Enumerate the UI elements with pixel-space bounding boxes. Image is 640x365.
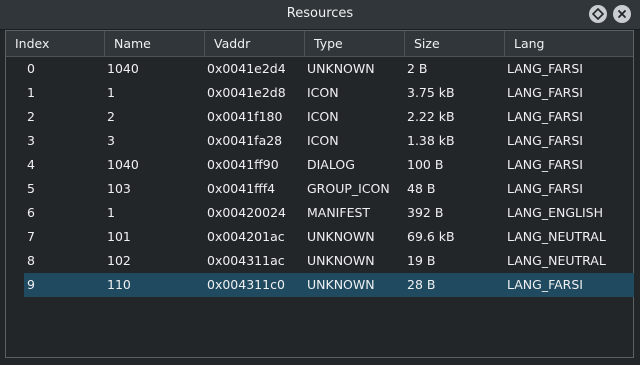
cell-index: 6 xyxy=(27,205,35,220)
cell-name: 1 xyxy=(107,85,115,100)
cell-size: 100 B xyxy=(407,157,444,172)
cell-name: 3 xyxy=(107,133,115,148)
cell-index: 4 xyxy=(27,157,35,172)
cell-vaddr: 0x004311c0 xyxy=(207,277,285,292)
column-header-lang[interactable]: Lang xyxy=(505,31,633,56)
cell-index: 9 xyxy=(27,277,35,292)
cell-vaddr: 0x00420024 xyxy=(207,205,286,220)
cell-index: 2 xyxy=(27,109,35,124)
cell-name: 101 xyxy=(107,229,131,244)
cell-lang: LANG_FARSI xyxy=(507,85,583,100)
close-button[interactable] xyxy=(613,5,631,23)
table-row[interactable]: 5 103 0x0041fff4 GROUP_ICON 48 B LANG_FA… xyxy=(24,177,634,201)
cell-vaddr: 0x0041f180 xyxy=(207,109,283,124)
column-header-index[interactable]: Index xyxy=(6,31,105,56)
cell-name: 102 xyxy=(107,253,131,268)
cell-size: 69.6 kB xyxy=(407,229,455,244)
cell-vaddr: 0x0041e2d4 xyxy=(207,61,286,76)
cell-type: UNKNOWN xyxy=(307,277,375,292)
cell-size: 2 B xyxy=(407,61,428,76)
cell-size: 3.75 kB xyxy=(407,85,455,100)
column-header-type[interactable]: Type xyxy=(305,31,405,56)
cell-lang: LANG_FARSI xyxy=(507,181,583,196)
cell-vaddr: 0x0041fff4 xyxy=(207,181,276,196)
table-row-selected[interactable]: 9 110 0x004311c0 UNKNOWN 28 B LANG_FARSI xyxy=(24,273,634,297)
table-header: Index Name Vaddr Type Size Lang xyxy=(6,31,633,57)
cell-lang: LANG_FARSI xyxy=(507,133,583,148)
cell-name: 1 xyxy=(107,205,115,220)
table-row[interactable]: 0 1040 0x0041e2d4 UNKNOWN 2 B LANG_FARSI xyxy=(24,57,634,81)
resources-table[interactable]: Index Name Vaddr Type Size Lang 0 1040 0… xyxy=(5,30,634,358)
cell-vaddr: 0x0041fa28 xyxy=(207,133,283,148)
column-header-size[interactable]: Size xyxy=(405,31,505,56)
table-row[interactable]: 1 1 0x0041e2d8 ICON 3.75 kB LANG_FARSI xyxy=(24,81,634,105)
cell-type: DIALOG xyxy=(307,157,355,172)
cell-lang: LANG_FARSI xyxy=(507,109,583,124)
cell-lang: LANG_NEUTRAL xyxy=(507,253,606,268)
cell-type: GROUP_ICON xyxy=(307,181,390,196)
cell-lang: LANG_FARSI xyxy=(507,157,583,172)
window-title: Resources xyxy=(286,6,354,21)
cell-index: 5 xyxy=(27,181,35,196)
cell-size: 48 B xyxy=(407,181,436,196)
cell-type: UNKNOWN xyxy=(307,61,375,76)
table-row[interactable]: 7 101 0x004201ac UNKNOWN 69.6 kB LANG_NE… xyxy=(24,225,634,249)
cell-vaddr: 0x004201ac xyxy=(207,229,285,244)
cell-size: 1.38 kB xyxy=(407,133,455,148)
column-header-vaddr[interactable]: Vaddr xyxy=(205,31,305,56)
cell-size: 28 B xyxy=(407,277,436,292)
resources-window: Resources Index Name Vaddr Type Size Lan… xyxy=(0,0,640,365)
cell-type: MANIFEST xyxy=(307,205,371,220)
cell-type: UNKNOWN xyxy=(307,229,375,244)
cell-index: 7 xyxy=(27,229,35,244)
cell-type: ICON xyxy=(307,133,339,148)
cell-index: 8 xyxy=(27,253,35,268)
cell-size: 2.22 kB xyxy=(407,109,455,124)
float-diamond-icon xyxy=(592,8,604,20)
table-row[interactable]: 6 1 0x00420024 MANIFEST 392 B LANG_ENGLI… xyxy=(24,201,634,225)
cell-name: 1040 xyxy=(107,157,139,172)
cell-name: 2 xyxy=(107,109,115,124)
table-row[interactable]: 8 102 0x004311ac UNKNOWN 19 B LANG_NEUTR… xyxy=(24,249,634,273)
table-row[interactable]: 2 2 0x0041f180 ICON 2.22 kB LANG_FARSI xyxy=(24,105,634,129)
cell-index: 3 xyxy=(27,133,35,148)
cell-vaddr: 0x0041ff90 xyxy=(207,157,279,172)
cell-vaddr: 0x004311ac xyxy=(207,253,285,268)
cell-size: 19 B xyxy=(407,253,436,268)
cell-name: 1040 xyxy=(107,61,139,76)
cell-lang: LANG_FARSI xyxy=(507,277,583,292)
cell-index: 0 xyxy=(27,61,35,76)
cell-type: ICON xyxy=(307,85,339,100)
cell-lang: LANG_ENGLISH xyxy=(507,205,604,220)
cell-type: UNKNOWN xyxy=(307,253,375,268)
cell-name: 103 xyxy=(107,181,131,196)
close-x-icon xyxy=(618,10,626,18)
cell-vaddr: 0x0041e2d8 xyxy=(207,85,286,100)
column-header-name[interactable]: Name xyxy=(105,31,205,56)
cell-name: 110 xyxy=(107,277,131,292)
title-bar[interactable]: Resources xyxy=(0,0,640,30)
cell-size: 392 B xyxy=(407,205,444,220)
cell-index: 1 xyxy=(27,85,35,100)
float-button[interactable] xyxy=(589,5,607,23)
cell-type: ICON xyxy=(307,109,339,124)
cell-lang: LANG_NEUTRAL xyxy=(507,229,606,244)
cell-lang: LANG_FARSI xyxy=(507,61,583,76)
table-row[interactable]: 3 3 0x0041fa28 ICON 1.38 kB LANG_FARSI xyxy=(24,129,634,153)
table-row[interactable]: 4 1040 0x0041ff90 DIALOG 100 B LANG_FARS… xyxy=(24,153,634,177)
